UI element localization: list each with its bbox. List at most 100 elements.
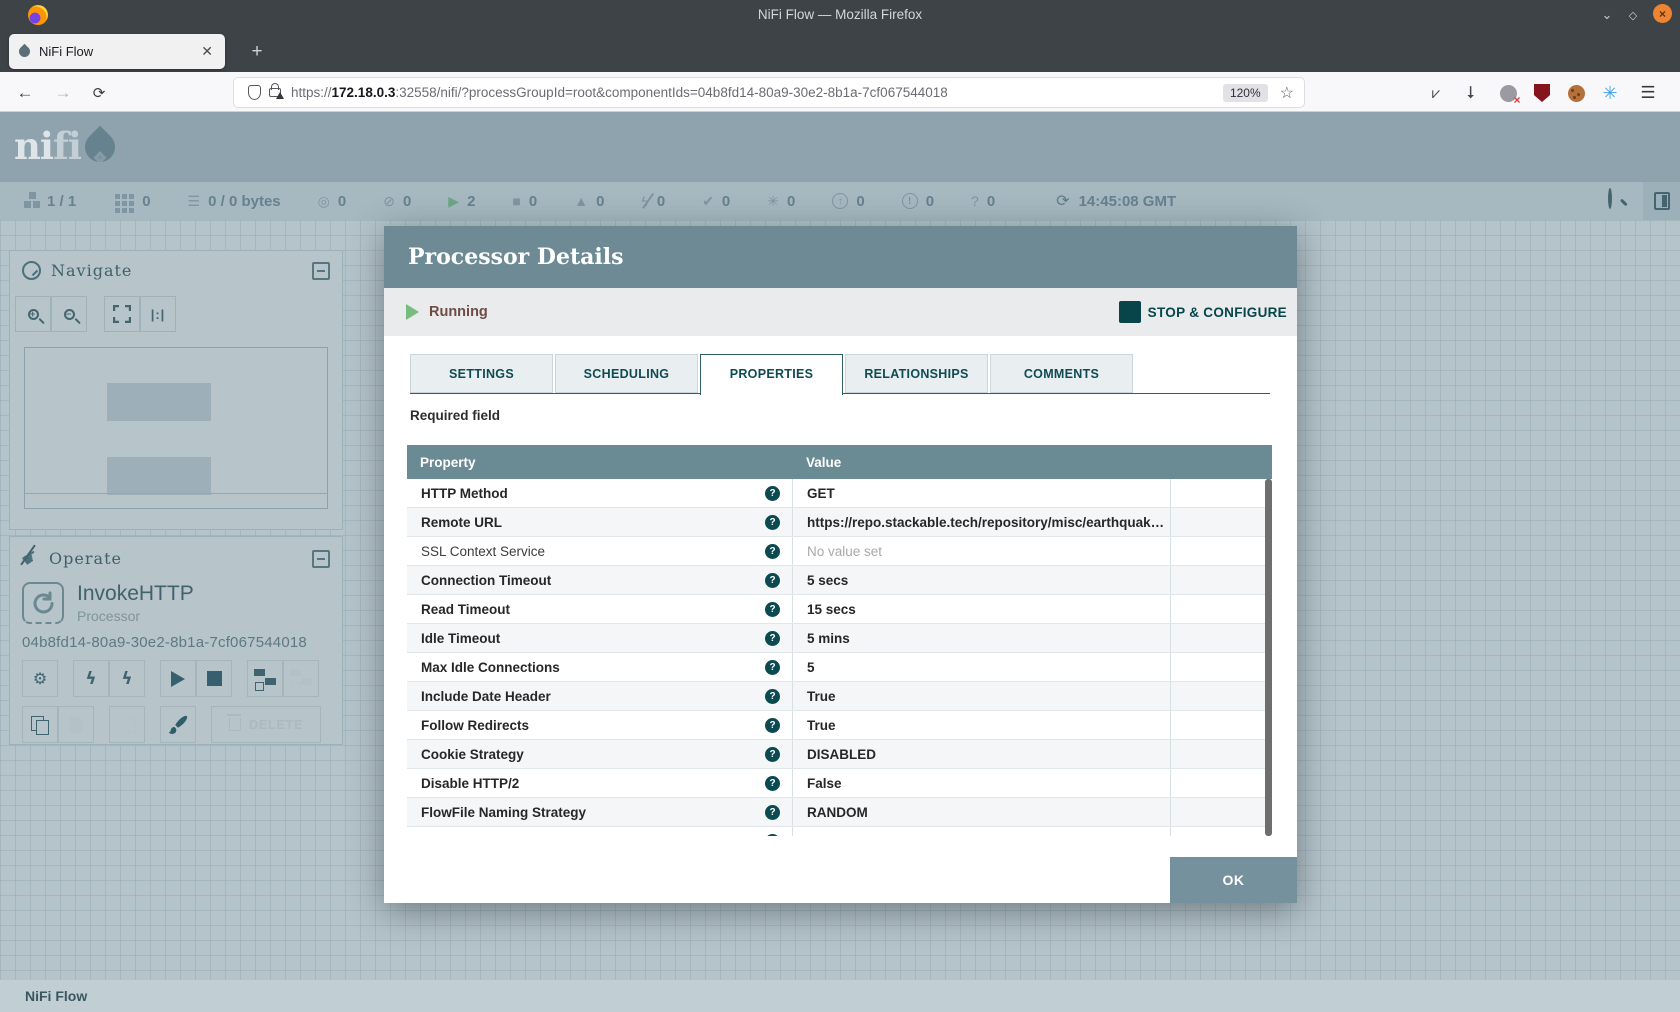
property-value[interactable]: False [793,769,1171,797]
tracking-shield-icon[interactable] [248,85,261,100]
create-template-button[interactable] [247,660,283,697]
operate-title: Operate [49,549,312,568]
browser-menu-icon[interactable]: ☰ [1636,81,1660,105]
window-close-icon[interactable]: × [1653,4,1672,23]
property-row: Read Timeout?15 secs [407,595,1272,624]
browser-tab[interactable]: NiFi Flow ✕ [9,34,225,69]
tab-comments[interactable]: COMMENTS [990,354,1133,393]
downloads-icon[interactable]: ⭣ [1459,81,1483,105]
change-color-button[interactable] [160,706,196,743]
configure-button[interactable]: ⚙ [22,660,58,697]
tab-relationships[interactable]: RELATIONSHIPS [845,354,988,393]
upload-template-button[interactable] [283,660,319,697]
birdseye-minimap[interactable] [24,347,328,509]
zoom-in-button[interactable]: + [15,296,51,332]
screen: NiFi Flow — Mozilla Firefox ⌄ ◇ × NiFi F… [0,0,1680,1012]
properties-table: Property Value HTTP Method?GETRemote URL… [407,445,1272,836]
help-icon[interactable]: ? [765,515,780,530]
bookmark-star-icon[interactable]: ☆ [1280,83,1294,103]
navigate-collapse-button[interactable] [312,262,330,280]
breadcrumb-bar: NiFi Flow [0,980,1680,1012]
status-transmitting: ◎0 [318,193,347,210]
property-value[interactable]: DISABLED [793,740,1171,768]
column-value: Value [793,455,1171,470]
zoom-fit-button[interactable] [104,296,140,332]
tab-title: NiFi Flow [39,44,199,59]
new-tab-button[interactable]: + [243,38,271,66]
cookie-extension-icon[interactable] [1564,81,1588,105]
help-icon[interactable]: ? [765,486,780,501]
back-button[interactable]: ← [12,80,38,106]
zoom-out-button[interactable]: − [51,296,87,332]
status-sync-failure: ?0 [971,193,995,210]
delete-button[interactable]: DELETE [211,706,321,743]
help-icon[interactable]: ? [765,805,780,820]
properties-table-header: Property Value [407,445,1272,479]
extension-blocked-icon[interactable] [1496,81,1520,105]
property-value[interactable]: 5 secs [793,566,1171,594]
property-value[interactable]: https://repo.stackable.tech/repository/m… [793,508,1171,536]
tab-properties[interactable]: PROPERTIES [700,354,843,395]
stop-and-configure-button[interactable]: ⚙ STOP & CONFIGURE [1112,301,1287,323]
zoom-level-badge[interactable]: 120% [1223,84,1268,102]
lock-warning-icon[interactable] [269,88,281,97]
status-running: ▶2 [448,193,475,210]
help-icon[interactable]: ? [765,747,780,762]
table-scrollbar[interactable] [1265,479,1272,836]
property-value[interactable]: 5 [793,653,1171,681]
status-locally-modified: ✳0 [767,193,795,210]
tab-close-icon[interactable]: ✕ [199,43,215,60]
help-icon[interactable]: ? [765,602,780,617]
property-value[interactable]: True [793,711,1171,739]
reload-button[interactable]: ⟳ [86,80,112,106]
help-icon[interactable]: ? [765,544,780,559]
help-icon[interactable]: ? [765,834,780,837]
property-value[interactable]: No value set [793,827,1171,836]
dialog-tabs: SETTINGSSCHEDULINGPROPERTIESRELATIONSHIP… [410,354,1133,395]
property-row: FlowFile Naming Strategy?RANDOM [407,798,1272,827]
tab-favicon-nifi-icon [17,44,33,60]
help-icon[interactable]: ? [765,689,780,704]
copy-button[interactable] [22,706,58,743]
start-button[interactable] [160,660,196,697]
status-cluster: 1 / 1 [22,193,76,210]
window-minimize-icon[interactable]: ⌄ [1596,4,1618,26]
zoom-actual-button[interactable]: |:| [140,296,176,332]
window-maximize-icon[interactable]: ◇ [1622,4,1644,26]
tab-scheduling[interactable]: SCHEDULING [555,354,698,393]
property-row: Disable HTTP/2?False [407,769,1272,798]
tab-settings[interactable]: SETTINGS [410,354,553,393]
property-value[interactable]: 15 secs [793,595,1171,623]
enable-button[interactable]: ϟ [73,660,109,697]
container-asterisk-icon[interactable]: ✳ [1598,81,1622,105]
birdseye-toggle-icon[interactable] [1643,182,1680,220]
ok-button[interactable]: OK [1170,857,1297,903]
browser-tabbar: NiFi Flow ✕ + [0,30,1680,72]
property-value[interactable]: GET [793,479,1171,507]
help-icon[interactable]: ? [765,718,780,733]
search-icon[interactable] [1608,190,1630,212]
paste-button[interactable] [58,706,94,743]
help-icon[interactable]: ? [765,660,780,675]
property-name: Idle Timeout [421,631,500,646]
disable-button[interactable]: ϟ [109,660,145,697]
forward-button[interactable]: → [50,80,76,106]
help-icon[interactable]: ? [765,573,780,588]
property-value[interactable]: 5 mins [793,624,1171,652]
selected-component-id: 04b8fd14-80a9-30e2-8b1a-7cf067544018 [22,634,330,651]
help-icon[interactable]: ? [765,776,780,791]
stop-button[interactable] [196,660,232,697]
pocket-icon[interactable]: ⩗ [1424,81,1448,105]
breadcrumb[interactable]: NiFi Flow [25,988,87,1004]
property-name: Follow Redirects [421,718,529,733]
url-bar[interactable]: https://172.18.0.3:32558/nifi/?processGr… [234,78,1304,107]
property-value[interactable]: True [793,682,1171,710]
property-value[interactable]: RANDOM [793,798,1171,826]
operate-collapse-button[interactable] [312,550,330,568]
group-button[interactable] [109,706,145,743]
refresh-icon[interactable]: ⟳ [1056,191,1069,211]
property-value[interactable]: No value set [793,537,1171,565]
ublock-shield-icon[interactable] [1530,81,1554,105]
compass-icon [22,261,41,280]
help-icon[interactable]: ? [765,631,780,646]
